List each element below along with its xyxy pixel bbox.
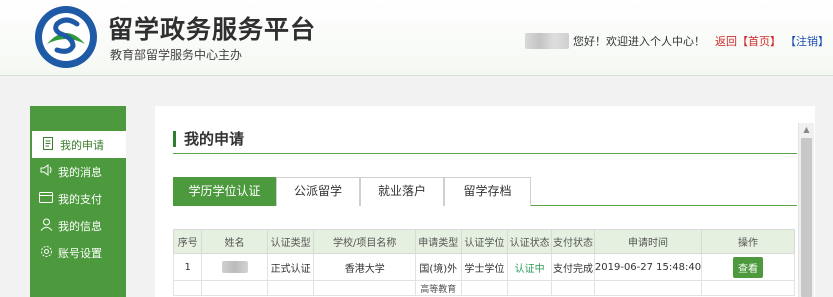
speaker-icon [38, 164, 54, 179]
column-header: 认证学位 [460, 229, 509, 254]
logo-icon [35, 6, 97, 68]
main-content: 我的申请 学历学位认证 公派留学 就业落户 留学存档 序号 姓名 认证类型 学校… [155, 106, 815, 297]
user-bar: 您好！欢迎进入个人中心！ 返回 【首页】 【注销】 [525, 33, 829, 49]
applicant-name-cell [201, 280, 268, 296]
apply-time-cell: 2019-06-27 15:48:40 [593, 253, 703, 281]
column-header: 申请时间 [593, 229, 703, 254]
sidebar-item-applications[interactable]: 我的申请 [32, 131, 126, 158]
home-link[interactable]: 【首页】 [737, 33, 781, 49]
column-header: 学校/项目名称 [313, 229, 416, 254]
name-redacted [221, 261, 248, 273]
table-row: 高等教育 [172, 280, 795, 296]
page-title: 我的申请 [173, 131, 244, 147]
logout-link[interactable]: 【注销】 [785, 33, 829, 49]
tab-employment-settlement[interactable]: 就业落户 [360, 177, 444, 206]
username-redacted [525, 33, 569, 49]
document-icon [40, 136, 56, 153]
return-label: 返回 [715, 35, 737, 48]
sidebar-item-payments[interactable]: 我的支付 [30, 185, 126, 212]
degree-cell: 学士学位 [460, 253, 509, 281]
greeting-text: 您好！欢迎进入个人中心！ [573, 35, 705, 48]
status-cell [507, 280, 553, 296]
title-divider [173, 153, 797, 154]
school-cell [313, 280, 416, 296]
apply-type-cell: 国(境)外 [414, 253, 462, 281]
sidebar: 我的申请 我的消息 我的支付 我的信息 账号设置 [30, 106, 126, 297]
sidebar-item-account-settings[interactable]: 账号设置 [30, 239, 126, 266]
degree-cell [460, 280, 509, 296]
card-icon [38, 191, 54, 206]
action-cell [701, 280, 795, 296]
cert-type-cell: 正式认证 [266, 253, 315, 281]
sidebar-item-messages[interactable]: 我的消息 [30, 158, 126, 185]
row-index: 1 [172, 253, 203, 281]
school-cell: 香港大学 [313, 253, 416, 281]
status-cell: 认证中 [507, 253, 553, 281]
pay-status-cell [551, 280, 595, 296]
table-row: 1 正式认证 香港大学 国(境)外 学士学位 认证中 支付完成 2019-06-… [172, 253, 795, 281]
sidebar-item-label: 我的支付 [58, 192, 102, 206]
cert-type-cell [266, 280, 315, 296]
vertical-scrollbar[interactable]: ▲ [798, 123, 814, 297]
view-button[interactable]: 查看 [733, 256, 764, 278]
tab-study-abroad-archive[interactable]: 留学存档 [444, 177, 531, 206]
site-title: 留学政务服务平台 [108, 15, 317, 44]
column-header: 认证类型 [266, 229, 315, 254]
tab-degree-certification[interactable]: 学历学位认证 [173, 177, 276, 206]
apply-type-text: 高等教育 [420, 285, 457, 295]
scroll-thumb[interactable] [801, 138, 812, 297]
column-header: 操作 [701, 229, 795, 254]
column-header: 序号 [172, 229, 203, 254]
gear-icon [38, 245, 54, 261]
user-icon [38, 218, 54, 234]
pay-status-cell: 支付完成 [551, 253, 595, 281]
applicant-name-cell [201, 253, 268, 281]
sidebar-item-label: 我的消息 [58, 165, 102, 179]
table-header-row: 序号 姓名 认证类型 学校/项目名称 申请类型 认证学位 认证状态 支付状态 申… [172, 229, 795, 254]
apply-type-cell: 高等教育 [414, 280, 462, 296]
applications-table: 序号 姓名 认证类型 学校/项目名称 申请类型 认证学位 认证状态 支付状态 申… [172, 229, 795, 296]
column-header: 认证状态 [507, 229, 553, 254]
column-header: 支付状态 [551, 229, 595, 254]
sidebar-item-label: 我的申请 [60, 138, 104, 152]
tab-government-sponsored[interactable]: 公派留学 [276, 177, 360, 206]
site-subtitle: 教育部留学服务中心主办 [110, 48, 243, 62]
status-link[interactable]: 认证中 [515, 264, 545, 275]
row-index [172, 280, 203, 296]
column-header: 姓名 [201, 229, 268, 254]
scroll-up-arrow-icon[interactable]: ▲ [799, 123, 814, 137]
sidebar-item-label: 账号设置 [58, 246, 102, 260]
header: 留学政务服务平台 教育部留学服务中心主办 您好！欢迎进入个人中心！ 返回 【首页… [0, 0, 833, 76]
sidebar-item-profile[interactable]: 我的信息 [30, 212, 126, 239]
apply-time-cell [593, 280, 703, 296]
column-header: 申请类型 [414, 229, 462, 254]
action-cell: 查看 [701, 253, 795, 281]
tab-bar: 学历学位认证 公派留学 就业落户 留学存档 [173, 177, 797, 206]
sidebar-item-label: 我的信息 [58, 219, 102, 233]
